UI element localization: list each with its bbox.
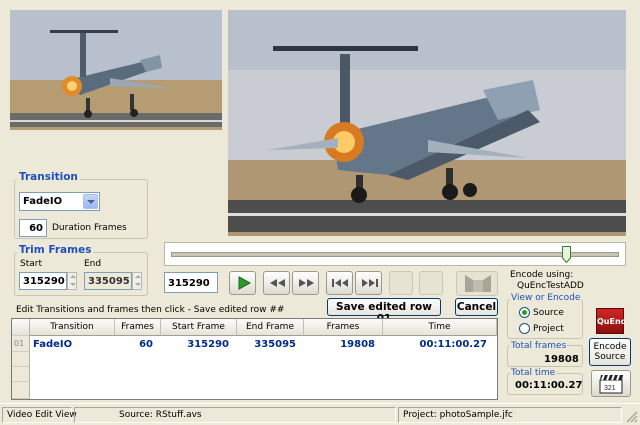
col-header-frames[interactable]: Frames bbox=[115, 319, 161, 336]
quenc-logo-text: QuEnc bbox=[597, 317, 626, 326]
cell-end-frame: 335095 bbox=[254, 339, 296, 350]
chevron-down-icon[interactable] bbox=[83, 194, 98, 209]
instruction-text: Edit Transitions and frames then click -… bbox=[16, 305, 285, 315]
status-project: Project: photoSample.jfc bbox=[398, 407, 622, 423]
transition-type-value: FadeIO bbox=[23, 196, 63, 207]
mark-in-button[interactable] bbox=[389, 271, 413, 295]
quenc-logo-button[interactable]: QuEnc bbox=[596, 308, 626, 334]
trim-start-spinner[interactable] bbox=[67, 272, 77, 290]
skip-to-start-icon bbox=[332, 279, 348, 287]
project-preview bbox=[228, 10, 626, 236]
save-edited-row-button[interactable]: Save edited row 01 bbox=[327, 298, 441, 325]
trim-end-spinner[interactable] bbox=[132, 272, 142, 290]
radio-project[interactable] bbox=[519, 323, 530, 334]
rewind-button[interactable] bbox=[263, 271, 290, 295]
col-header-start-frame[interactable]: Start Frame bbox=[161, 319, 237, 336]
cell-transition: FadeIO bbox=[33, 339, 73, 350]
status-view: Video Edit View bbox=[2, 407, 77, 423]
transition-type-select[interactable]: FadeIO bbox=[19, 192, 100, 211]
row-number[interactable] bbox=[12, 367, 30, 382]
trim-start-input[interactable]: 315290 bbox=[19, 272, 67, 290]
status-source: Source: RStuff.avs bbox=[74, 407, 396, 423]
transition-legend: Transition bbox=[17, 171, 80, 183]
timeline-slider-track bbox=[171, 252, 619, 257]
transition-preview-button[interactable] bbox=[456, 271, 498, 296]
trim-frames-legend: Trim Frames bbox=[17, 244, 94, 256]
current-frame-input[interactable]: 315290 bbox=[164, 272, 218, 293]
clapperboard-icon: 321 bbox=[599, 374, 623, 394]
row-number[interactable] bbox=[12, 352, 30, 367]
row-number[interactable] bbox=[12, 382, 30, 399]
cell-total-frames: 19808 bbox=[340, 339, 375, 350]
cell-time: 00:11:00.27 bbox=[419, 339, 487, 350]
clapperboard-button[interactable]: 321 bbox=[591, 370, 631, 397]
col-header-end-frame[interactable]: End Frame bbox=[237, 319, 304, 336]
mark-out-button[interactable] bbox=[419, 271, 443, 295]
play-button[interactable] bbox=[229, 271, 256, 295]
radio-source-label: Source bbox=[533, 308, 564, 318]
svg-text:321: 321 bbox=[604, 385, 616, 392]
fast-forward-icon bbox=[299, 279, 314, 287]
transition-icon bbox=[465, 275, 491, 292]
skip-to-end-icon bbox=[362, 279, 378, 287]
encode-using-label: Encode using: bbox=[510, 270, 574, 280]
view-encode-label: View or Encode bbox=[510, 293, 582, 303]
radio-project-label: Project bbox=[533, 324, 564, 334]
total-time-label: Total time bbox=[510, 368, 557, 378]
duration-frames-label: Duration Frames bbox=[52, 223, 127, 233]
trim-end-input[interactable]: 335095 bbox=[84, 272, 132, 290]
trim-end-label: End bbox=[84, 259, 102, 269]
encode-source-button[interactable]: Encode Source bbox=[589, 338, 631, 366]
rewind-icon bbox=[270, 279, 285, 287]
skip-to-start-button[interactable] bbox=[326, 271, 353, 295]
table-row[interactable]: FadeIO 60 315290 335095 19808 00:11:00.2… bbox=[30, 336, 497, 352]
cancel-button[interactable]: Cancel bbox=[455, 298, 498, 316]
col-header-total-frames[interactable]: Frames bbox=[304, 319, 383, 336]
total-time-value: 00:11:00.27 bbox=[515, 380, 583, 391]
grid-corner bbox=[12, 319, 30, 336]
trim-start-label: Start bbox=[20, 259, 42, 269]
col-header-transition[interactable]: Transition bbox=[30, 319, 115, 336]
timeline-slider-thumb[interactable] bbox=[561, 246, 571, 264]
row-number[interactable]: 01 bbox=[12, 336, 30, 352]
transitions-grid: Transition Frames Start Frame End Frame … bbox=[11, 318, 498, 400]
cell-frames: 60 bbox=[139, 339, 153, 350]
skip-to-end-button[interactable] bbox=[355, 271, 382, 295]
radio-source[interactable] bbox=[519, 307, 530, 318]
source-preview bbox=[10, 10, 222, 130]
encode-source-label: Encode Source bbox=[593, 342, 627, 362]
col-header-time[interactable]: Time bbox=[383, 319, 497, 336]
total-frames-label: Total frames bbox=[510, 341, 568, 351]
encoder-name: QuEncTestADD bbox=[517, 281, 584, 291]
play-icon bbox=[238, 276, 252, 290]
fast-forward-button[interactable] bbox=[292, 271, 319, 295]
timeline-slider[interactable] bbox=[164, 242, 626, 266]
cell-start-frame: 315290 bbox=[187, 339, 229, 350]
duration-frames-input[interactable]: 60 bbox=[19, 219, 47, 237]
status-bar: Video Edit View Source: RStuff.avs Proje… bbox=[0, 403, 640, 425]
resize-grip-icon[interactable] bbox=[624, 409, 638, 423]
total-frames-value: 19808 bbox=[544, 354, 579, 365]
